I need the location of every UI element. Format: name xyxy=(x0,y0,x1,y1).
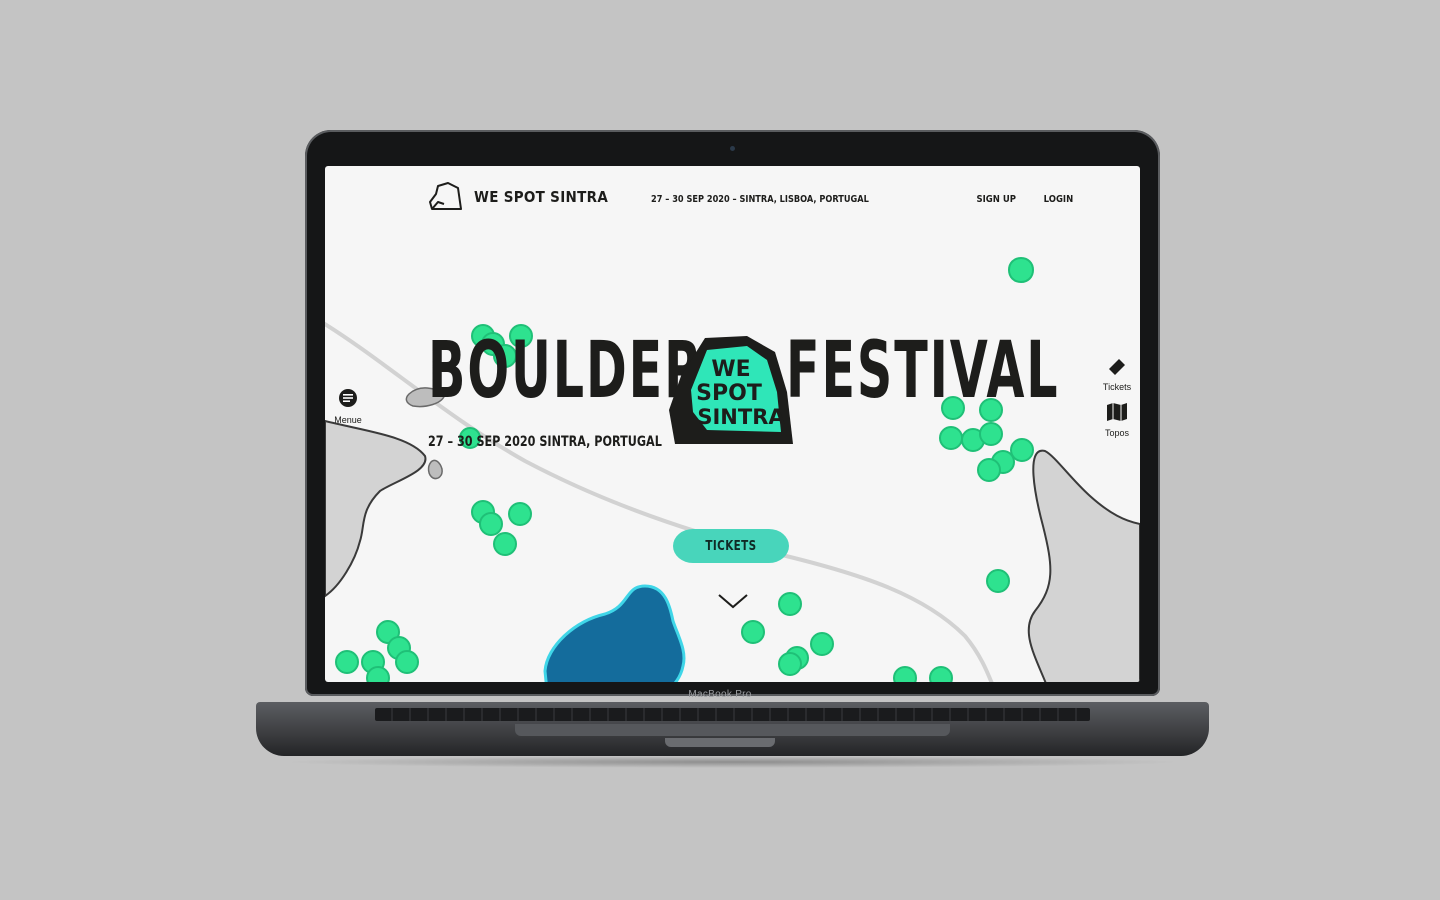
side-action-topos[interactable]: Topos xyxy=(1099,402,1135,438)
ticket-icon xyxy=(1109,359,1125,375)
trackpad-edge xyxy=(515,724,950,736)
hero-title-right: FESTIVAL xyxy=(786,326,1060,416)
side-actions: Tickets Topos xyxy=(1099,356,1135,448)
site-logo[interactable]: WE SPOT SINTRA xyxy=(428,182,608,212)
map-rock-right xyxy=(1027,449,1140,682)
nav-login[interactable]: LOGIN xyxy=(1044,194,1074,205)
event-info: 27 – 30 SEP 2020 – SINTRA, LISBOA, PORTU… xyxy=(651,194,869,205)
hero-subtitle: 27 – 30 SEP 2020 SINTRA, PORTUGAL xyxy=(428,434,662,450)
logo-text: WE SPOT SINTRA xyxy=(474,188,609,206)
device-brand-label: MacBook Pro xyxy=(688,689,752,700)
keyboard-strip xyxy=(375,708,1090,721)
side-menu-button[interactable]: Menue xyxy=(333,388,363,425)
map-lake xyxy=(543,584,686,682)
side-action-topos-label: Topos xyxy=(1104,428,1130,438)
map-rock-pebble xyxy=(427,459,443,480)
hero-badge-logo: WE SPOT SINTRA xyxy=(669,336,793,444)
hero-title-left: BOULDER xyxy=(428,326,704,416)
side-menu-label: Menue xyxy=(334,415,362,425)
badge-line-1: WE xyxy=(711,357,750,382)
laptop-shadow xyxy=(280,756,1185,768)
base-notch xyxy=(665,738,775,747)
menu-lines-icon xyxy=(339,389,357,407)
nav-sign-up[interactable]: SIGN UP xyxy=(976,194,1015,205)
tickets-button-label: TICKETS xyxy=(705,538,757,554)
camera xyxy=(730,146,735,151)
side-action-tickets-label: Tickets xyxy=(1102,382,1132,392)
browser-screen: WE SPOT SINTRA 27 – 30 SEP 2020 – SINTRA… xyxy=(325,166,1140,682)
side-action-tickets[interactable]: Tickets xyxy=(1099,356,1135,392)
boulder-logo-icon xyxy=(429,182,462,210)
map-rock-left xyxy=(325,419,427,598)
badge-line-3: SINTRA xyxy=(697,405,785,429)
chevron-down-icon[interactable] xyxy=(717,592,749,610)
map-icon xyxy=(1107,403,1127,421)
badge-line-2: SPOT xyxy=(696,381,762,406)
top-nav: SIGN UP LOGIN xyxy=(973,194,1076,205)
tickets-button[interactable]: TICKETS xyxy=(673,529,789,563)
